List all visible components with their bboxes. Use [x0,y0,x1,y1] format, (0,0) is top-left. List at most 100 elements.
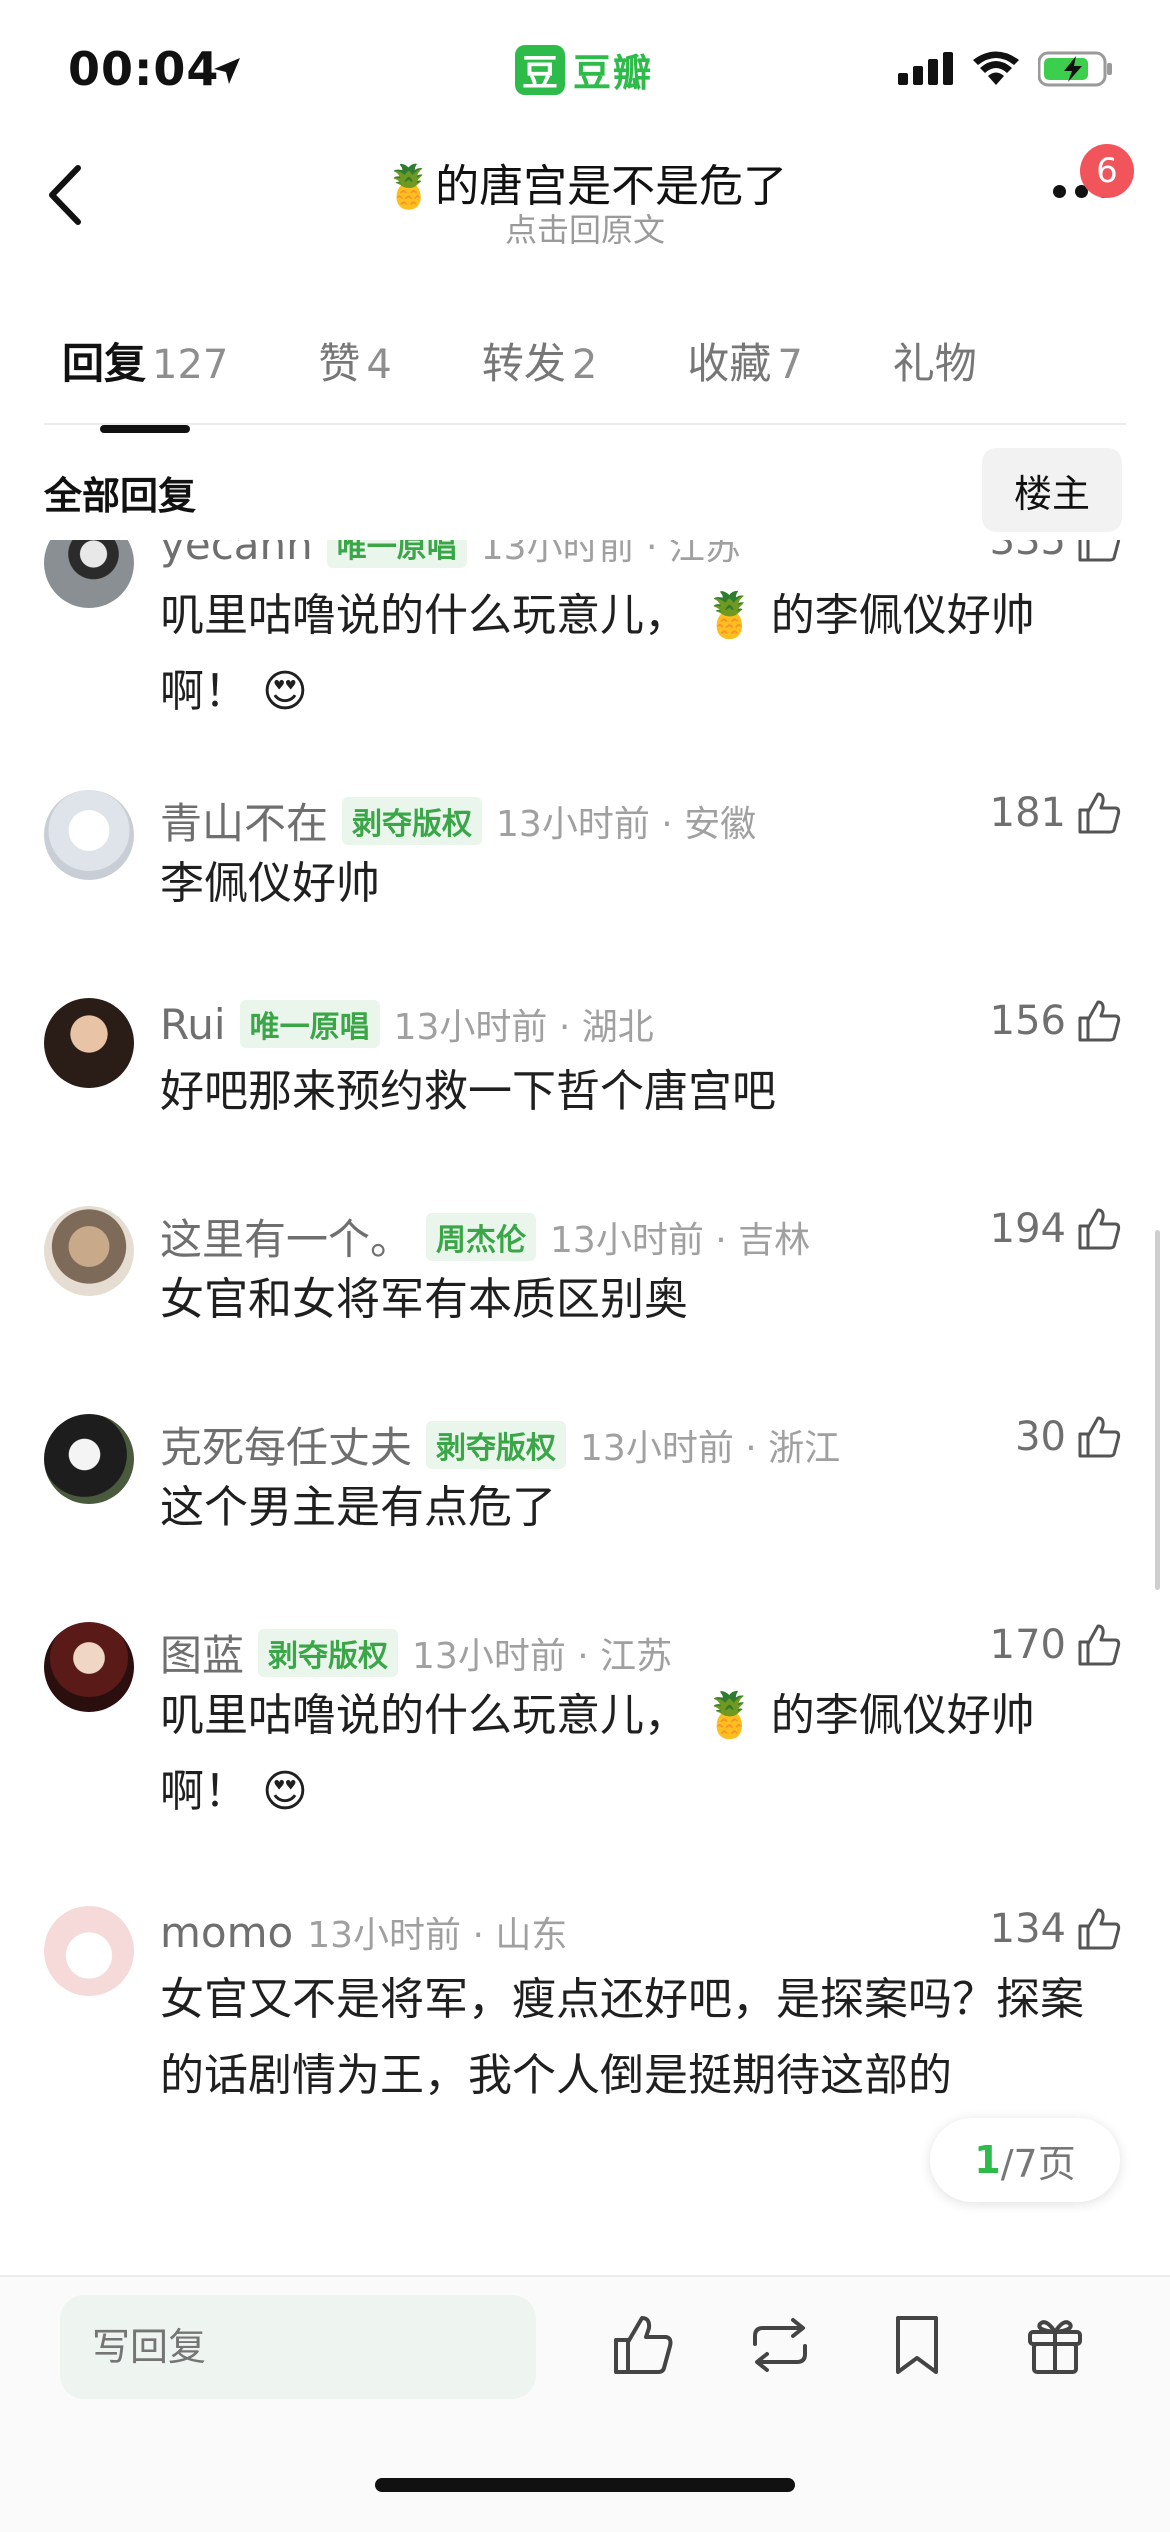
comment-meta: 克死每任丈夫 剥夺版权 13小时前 · 浙江 [160,1414,840,1475]
comment-text: 这个男主是有点危了 [160,1482,556,1533]
comment-text: 叽里咕噜说的什么玩意儿， 🍍 的李佩仪好帅啊！ 😍 [160,590,1035,717]
comment-meta: yecann 唯一原唱 13小时前 · 江苏 [160,540,741,570]
comment-meta: momo 13小时前 · 山东 [160,1906,567,1958]
comment-meta: 青山不在 剥夺版权 13小时前 · 安徽 [160,790,756,851]
like-control[interactable]: 181 [990,790,1122,836]
comment-meta: 图蓝 剥夺版权 13小时前 · 江苏 [160,1622,672,1683]
scrollbar[interactable] [1155,1230,1160,1590]
page-indicator[interactable]: 1/7页 [930,2118,1120,2202]
like-count: 335 [989,540,1066,564]
tab-count: 7 [777,342,803,388]
home-indicator[interactable] [375,2478,795,2492]
comment-meta: 这里有一个。 周杰伦 13小时前 · 吉林 [160,1206,810,1267]
like-control[interactable]: 156 [990,998,1122,1044]
status-time: 00:04 [68,42,220,96]
tab-label: 赞 [318,339,361,388]
tab-label: 转发 [481,339,566,388]
like-count: 170 [989,1622,1066,1668]
like-control[interactable]: 134 [990,1906,1122,1952]
comment-text: 好吧那来预约救一下哲个唐宫吧 [160,1066,776,1117]
comment-text: 叽里咕噜说的什么玩意儿， 🍍 的李佩仪好帅啊！ 😍 [160,1690,1035,1817]
thumbs-up-icon [1078,1624,1121,1666]
like-control[interactable]: 30 [1015,1414,1122,1460]
back-chevron-icon[interactable] [42,160,92,230]
thumbs-up-icon [1078,1000,1121,1042]
op-only-button[interactable]: 楼主 [982,448,1122,532]
user-tag: 剥夺版权 [426,1420,567,1469]
notification-badge: 6 [1080,144,1134,198]
avatar[interactable] [44,790,134,880]
user-tag: 唯一原唱 [239,1000,380,1048]
username[interactable]: 克死每任丈夫 [160,1414,412,1475]
tab-favorites[interactable]: 收藏 7 [687,330,802,391]
app-name: 豆瓣 [573,51,654,95]
username[interactable]: Rui [160,1000,226,1049]
timestamp-location: 13小时前 · 湖北 [393,1007,654,1048]
like-count: 181 [989,790,1066,836]
douban-logo: 豆 [515,44,565,95]
like-count: 134 [989,1906,1066,1952]
user-tag: 剥夺版权 [258,1628,399,1677]
like-count: 30 [1015,1414,1066,1460]
more-dot [1053,185,1066,198]
timestamp-location: 13小时前 · 江苏 [412,1635,673,1677]
bookmark-icon[interactable] [882,2310,952,2380]
timestamp-location: 13小时前 · 山东 [307,1915,568,1956]
comment-text: 女官和女将军有本质区别奥 [160,1274,688,1325]
user-tag: 剥夺版权 [342,796,483,845]
current-page: 1 [974,2138,1001,2182]
app-badge[interactable]: 豆 豆瓣 [515,42,653,97]
username[interactable]: yecann [160,540,313,569]
location-arrow-icon [214,58,240,84]
tab-count: 4 [366,342,392,388]
timestamp-location: 13小时前 · 安徽 [496,803,757,845]
comment-meta: Rui 唯一原唱 13小时前 · 湖北 [160,998,654,1050]
tab-reposts[interactable]: 转发 2 [482,330,597,391]
timestamp-location: 13小时前 · 江苏 [480,540,741,568]
reply-input[interactable] [60,2295,536,2399]
status-bar: 00:04 豆 豆瓣 [0,0,1170,140]
tab-replies[interactable]: 回复 127 [62,330,228,433]
thumbs-up-icon [1078,540,1121,562]
thumbs-up-icon [1078,1416,1121,1458]
like-icon[interactable] [608,2310,678,2380]
thumbs-up-icon [1078,1208,1121,1250]
username[interactable]: 这里有一个。 [160,1206,412,1267]
thumbs-up-icon [1078,792,1121,834]
like-control[interactable]: 170 [990,1622,1122,1668]
comment-text: 女官又不是将军，瘦点还好吧，是探案吗？探案的话剧情为王，我个人倒是挺期待这部的 [160,1974,1084,2101]
system-icons [898,50,1114,88]
like-control[interactable]: 194 [990,1206,1122,1252]
avatar[interactable] [44,1414,134,1504]
username[interactable]: 图蓝 [160,1622,244,1683]
avatar[interactable] [44,1906,134,1996]
user-tag: 唯一原唱 [326,540,467,568]
tab-count: 2 [571,342,598,388]
timestamp-location: 13小时前 · 吉林 [550,1219,811,1261]
username[interactable]: 青山不在 [160,790,328,851]
username[interactable]: momo [160,1908,293,1957]
tab-likes[interactable]: 赞4 [318,330,391,391]
repost-icon[interactable] [745,2310,815,2380]
avatar[interactable] [44,1622,134,1712]
tab-label: 礼物 [892,339,977,388]
back-to-original-link[interactable]: 点击回原文 [360,205,810,251]
total-pages: /7页 [1000,2141,1076,2186]
tab-bar: 回复 127 赞4 转发 2 收藏 7 礼物 [62,330,1067,433]
divider [44,423,1126,425]
pineapple-emoji: 🍍 [382,162,436,211]
active-tab-indicator [100,425,190,433]
avatar[interactable] [44,1206,134,1296]
avatar[interactable] [44,540,134,608]
like-count: 194 [989,1206,1066,1252]
tab-label: 收藏 [687,339,772,388]
battery-icon [1038,51,1112,87]
user-tag: 周杰伦 [426,1212,537,1261]
avatar[interactable] [44,998,134,1088]
gift-icon[interactable] [1020,2310,1090,2380]
wifi-icon [973,51,1019,85]
like-control[interactable]: 335 [990,540,1122,564]
timestamp-location: 13小时前 · 浙江 [580,1427,841,1469]
tab-gifts[interactable]: 礼物 [893,330,977,391]
comment-list: yecann 唯一原唱 13小时前 · 江苏 335 叽里咕噜说的什么玩意儿， … [0,540,1170,2280]
